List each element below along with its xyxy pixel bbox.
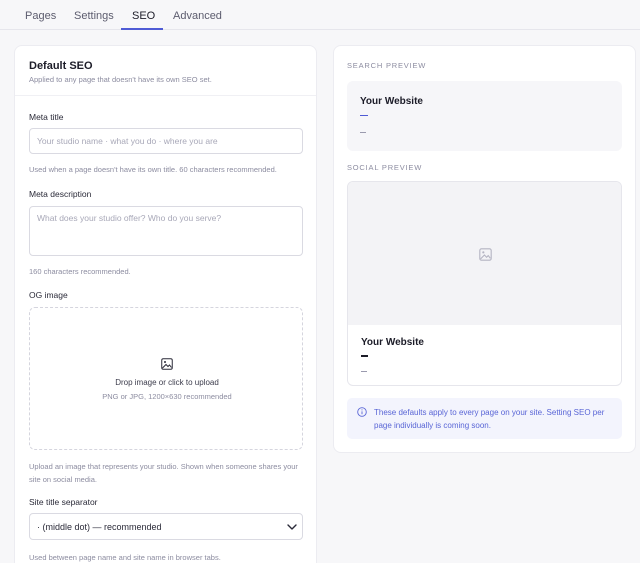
- social-preview-label: SOCIAL PREVIEW: [347, 163, 423, 172]
- image-icon: [161, 358, 173, 370]
- card-title: Default SEO: [29, 60, 93, 72]
- preview-card: SEARCH PREVIEW Your Website SOCIAL PREVI…: [333, 45, 636, 453]
- separator-hint: Used between page name and site name in …: [29, 553, 221, 562]
- divider: [15, 95, 316, 96]
- separator-selected-value: · (middle dot) — recommended: [37, 522, 162, 532]
- search-preview-site-name: Your Website: [360, 96, 423, 107]
- card-subtitle: Applied to any page that doesn't have it…: [29, 75, 212, 84]
- social-preview-description-placeholder: [361, 371, 367, 372]
- search-preview-label: SEARCH PREVIEW: [347, 61, 427, 70]
- tab-bar: Pages Settings SEO Advanced: [0, 0, 640, 30]
- image-icon: [479, 248, 492, 261]
- search-preview: Your Website: [347, 81, 622, 151]
- info-text: These defaults apply to every page on yo…: [374, 408, 605, 430]
- meta-description-input[interactable]: What does your studio offer? Who do you …: [29, 206, 303, 256]
- search-preview-description-placeholder: [360, 132, 366, 133]
- social-preview-title-placeholder: [361, 355, 368, 357]
- meta-description-placeholder: What does your studio offer? Who do you …: [37, 213, 222, 223]
- separator-label: Site title separator: [29, 497, 98, 507]
- tab-pages[interactable]: Pages: [25, 10, 56, 22]
- dropzone-subtitle: PNG or JPG, 1200×630 recommended: [102, 392, 232, 401]
- info-circle-icon: [357, 407, 367, 417]
- meta-title-input[interactable]: Your studio name · what you do · where y…: [29, 128, 303, 154]
- meta-title-label: Meta title: [29, 112, 64, 122]
- active-tab-indicator: [121, 28, 163, 30]
- meta-title-placeholder: Your studio name · what you do · where y…: [37, 136, 218, 146]
- tab-settings[interactable]: Settings: [74, 10, 114, 22]
- tab-advanced[interactable]: Advanced: [173, 10, 222, 22]
- social-preview: Your Website: [347, 181, 622, 386]
- meta-description-label: Meta description: [29, 189, 92, 199]
- meta-title-hint: Used when a page doesn't have its own ti…: [29, 165, 277, 174]
- separator-select[interactable]: · (middle dot) — recommended: [29, 513, 303, 540]
- dropzone-title: Drop image or click to upload: [115, 378, 219, 387]
- social-preview-site-name: Your Website: [361, 337, 424, 348]
- tab-seo[interactable]: SEO: [132, 10, 155, 22]
- info-notice: These defaults apply to every page on yo…: [347, 398, 622, 439]
- search-preview-title-placeholder: [360, 115, 368, 116]
- social-preview-image: [348, 182, 621, 325]
- og-image-hint: Upload an image that represents your stu…: [29, 462, 298, 484]
- chevron-down-icon: [287, 524, 297, 530]
- meta-description-hint: 160 characters recommended.: [29, 267, 131, 276]
- default-seo-card: Default SEO Applied to any page that doe…: [14, 45, 317, 563]
- og-image-dropzone[interactable]: Drop image or click to upload PNG or JPG…: [29, 307, 303, 450]
- og-image-label: OG image: [29, 290, 68, 300]
